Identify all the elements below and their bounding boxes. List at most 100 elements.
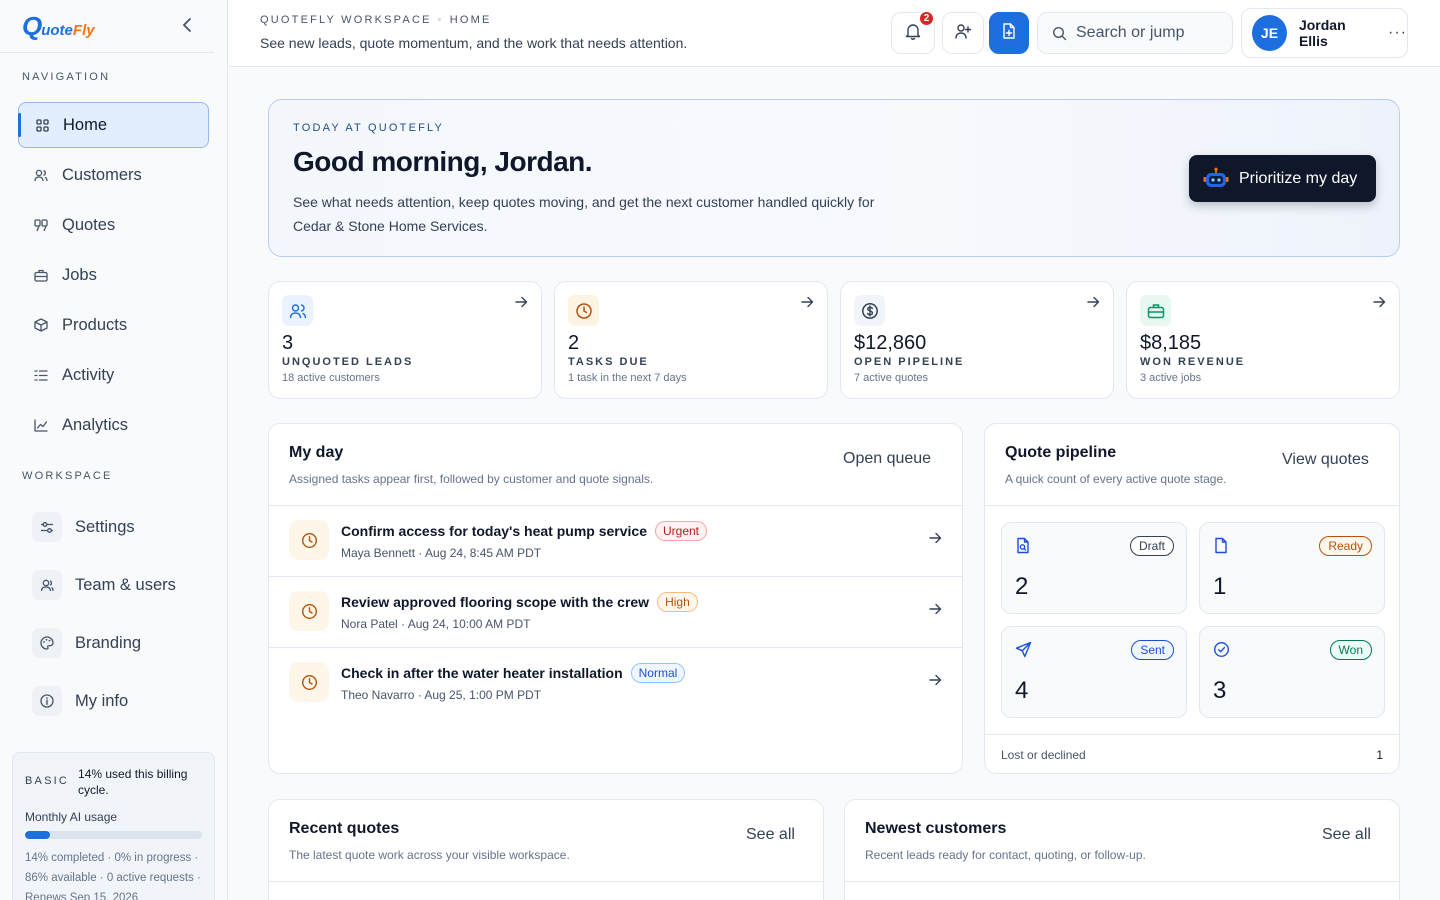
stat-card-won-revenue[interactable]: $8,185 WON REVENUE 3 active jobs — [1126, 281, 1400, 399]
search-input[interactable]: Search or jump — [1037, 12, 1233, 54]
sidebar-item-label: Team & users — [75, 575, 176, 594]
usage-summary: 14% used this billing cycle. — [78, 767, 188, 797]
logo-uote: uote — [41, 21, 73, 39]
lost-declined-row[interactable]: Lost or declined 1 — [985, 734, 1399, 774]
sidebar-item-label: Activity — [62, 365, 115, 384]
panel-title: My day — [289, 444, 344, 461]
users-icon — [34, 168, 48, 182]
task-row[interactable]: Review approved flooring scope with the … — [269, 577, 962, 648]
billing-card: BASIC 14% used this billing cycle. Month… — [12, 752, 215, 900]
stat-label: OPEN PIPELINE — [854, 356, 965, 368]
new-quote-button[interactable] — [989, 12, 1029, 54]
quotefly-logo[interactable]: Quote Fly — [22, 11, 95, 42]
logo-fly: Fly — [72, 21, 95, 39]
breadcrumb-workspace[interactable]: QUOTEFLY WORKSPACE — [260, 14, 432, 26]
task-row[interactable]: Check in after the water heater installa… — [269, 648, 962, 719]
file-plus-icon — [1000, 22, 1018, 45]
quote-pipeline-panel: Quote pipeline A quick count of every ac… — [984, 423, 1400, 774]
sidebar-item-activity[interactable]: Activity — [18, 352, 209, 398]
clock-icon — [568, 295, 599, 326]
sidebar-item-branding[interactable]: Branding — [18, 614, 209, 672]
file-search-icon — [1015, 537, 1031, 554]
chart-icon — [34, 418, 48, 432]
pipeline-stage-sent[interactable]: Sent 4 — [1001, 626, 1187, 718]
usage-meta-2: 86% available · 0 active requests · — [25, 872, 201, 884]
pipeline-stage-draft[interactable]: Draft 2 — [1001, 522, 1187, 614]
task-row[interactable]: Confirm access for today's heat pump ser… — [269, 506, 962, 577]
clock-icon — [289, 591, 329, 631]
arrow-right-icon — [515, 295, 528, 313]
stat-label: TASKS DUE — [568, 356, 649, 368]
sidebar-item-jobs[interactable]: Jobs — [18, 252, 209, 298]
file-check-icon — [1213, 537, 1229, 554]
breadcrumb-separator: • — [437, 14, 444, 26]
package-icon — [34, 318, 48, 332]
notifications-button[interactable]: 2 — [891, 10, 935, 54]
priority-badge: Normal — [630, 663, 686, 683]
panel-subtitle: Recent leads ready for contact, quoting,… — [865, 848, 1146, 862]
briefcase-icon — [1140, 295, 1171, 326]
sidebar-item-home[interactable]: Home — [18, 102, 209, 148]
info-icon — [32, 686, 62, 716]
open-queue-link[interactable]: Open queue — [843, 450, 931, 468]
pipeline-stage-ready[interactable]: Ready 1 — [1199, 522, 1385, 614]
divider — [845, 881, 1399, 882]
arrow-right-icon — [1373, 295, 1386, 313]
view-quotes-link[interactable]: View quotes — [1282, 451, 1369, 469]
quote-icon — [34, 218, 48, 232]
list-icon — [34, 368, 48, 382]
pipeline-stage-won[interactable]: Won 3 — [1199, 626, 1385, 718]
user-name: Jordan Ellis — [1298, 17, 1346, 49]
stat-subtext: 1 task in the next 7 days — [568, 372, 687, 384]
sidebar-item-my-info[interactable]: My info — [18, 672, 209, 730]
stat-label: WON REVENUE — [1140, 356, 1246, 368]
stage-badge: Won — [1329, 640, 1372, 660]
top-header: QUOTEFLY WORKSPACE • HOME See new leads, q… — [229, 0, 1440, 67]
greeting-hero: TODAY AT QUOTEFLY Good morning, Jordan. … — [268, 99, 1400, 257]
my-day-panel: My day Assigned tasks appear first, foll… — [268, 423, 963, 774]
newest-customers-panel: Newest customers Recent leads ready for … — [844, 799, 1400, 900]
sidebar-item-products[interactable]: Products — [18, 302, 209, 348]
chevron-left-icon[interactable] — [182, 17, 192, 35]
divider — [269, 881, 823, 882]
stat-subtext: 18 active customers — [282, 372, 380, 384]
send-icon — [1015, 641, 1032, 658]
search-icon — [1052, 26, 1067, 41]
sidebar-item-label: Customers — [62, 165, 142, 184]
sidebar: Quote Fly NAVIGATION Home Customers Quote… — [0, 0, 228, 900]
see-all-quotes-link[interactable]: See all — [746, 826, 795, 844]
stat-label: UNQUOTED LEADS — [282, 356, 414, 368]
header-subtitle: See new leads, quote momentum, and the w… — [260, 35, 688, 51]
sidebar-item-label: Analytics — [62, 415, 129, 434]
sidebar-item-label: Home — [63, 115, 108, 134]
panel-subtitle: The latest quote work across your visibl… — [289, 848, 570, 862]
stat-value: 3 — [282, 332, 294, 354]
more-icon[interactable]: ··· — [1388, 24, 1407, 42]
divider — [985, 505, 1399, 506]
stat-card-tasks-due[interactable]: 2 TASKS DUE 1 task in the next 7 days — [554, 281, 828, 399]
user-plus-icon — [954, 22, 972, 45]
stat-value: $12,860 — [854, 332, 927, 354]
plan-name: BASIC — [25, 775, 70, 787]
prioritize-day-button[interactable]: Prioritize my day — [1189, 155, 1376, 202]
add-customer-button[interactable] — [942, 12, 984, 54]
sidebar-item-settings[interactable]: Settings — [18, 498, 209, 556]
prioritize-label: Prioritize my day — [1239, 169, 1358, 187]
see-all-customers-link[interactable]: See all — [1322, 826, 1371, 844]
sidebar-item-label: Quotes — [62, 215, 116, 234]
stat-card-unquoted-leads[interactable]: 3 UNQUOTED LEADS 18 active customers — [268, 281, 542, 399]
arrow-right-icon — [929, 531, 942, 549]
renewal-date: Renews Sep 15, 2026 — [25, 892, 139, 900]
bell-icon — [904, 22, 922, 45]
sidebar-item-team[interactable]: Team & users — [18, 556, 209, 614]
usage-meta-1: 14% completed · 0% in progress · — [25, 852, 199, 864]
user-menu[interactable]: JE Jordan Ellis ··· — [1241, 8, 1408, 58]
sidebar-item-customers[interactable]: Customers — [18, 152, 209, 198]
panel-title: Newest customers — [865, 820, 1007, 837]
lost-label: Lost or declined — [1001, 748, 1086, 762]
sidebar-item-quotes[interactable]: Quotes — [18, 202, 209, 248]
stat-card-open-pipeline[interactable]: $12,860 OPEN PIPELINE 7 active quotes — [840, 281, 1114, 399]
stat-subtext: 3 active jobs — [1140, 372, 1202, 384]
avatar: JE — [1252, 15, 1287, 51]
sidebar-item-analytics[interactable]: Analytics — [18, 402, 209, 448]
